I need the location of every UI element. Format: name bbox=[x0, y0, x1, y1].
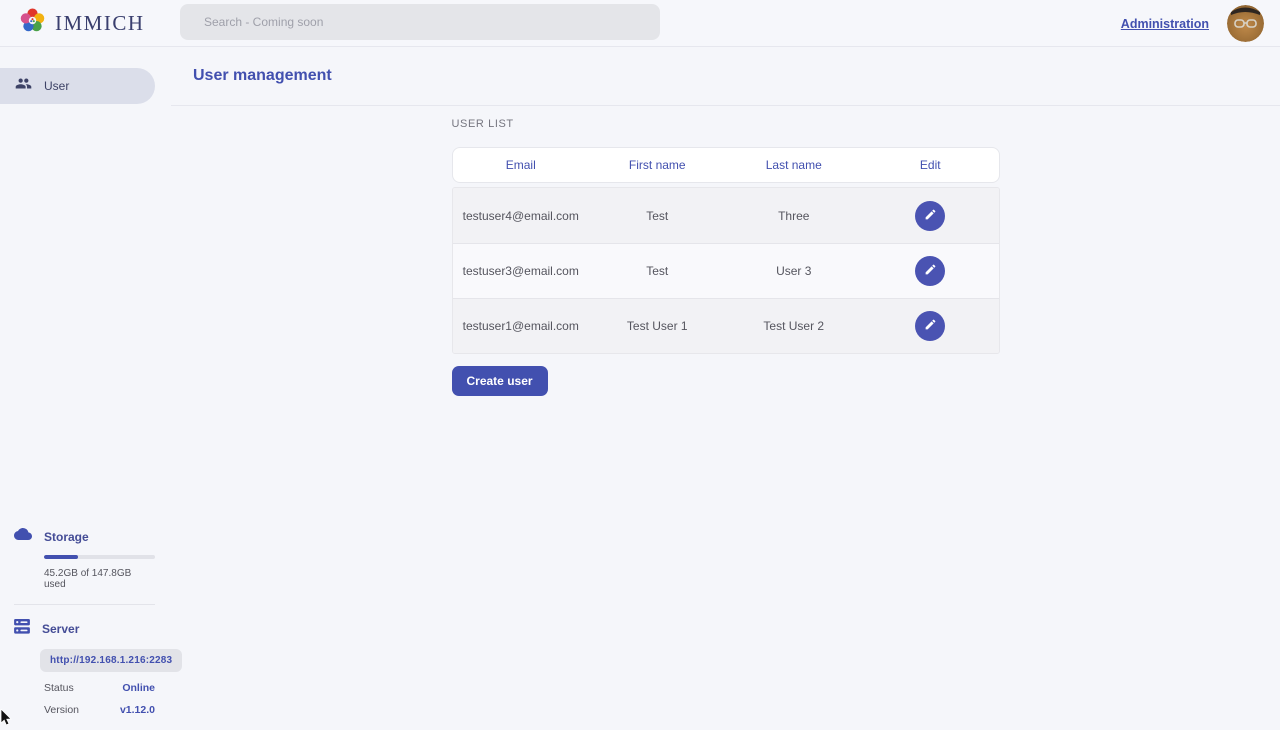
table-body: testuser4@email.com Test Three testuser3… bbox=[452, 187, 1000, 354]
cloud-icon bbox=[14, 527, 32, 546]
pencil-icon bbox=[924, 208, 937, 224]
pencil-icon bbox=[924, 318, 937, 334]
storage-usage-text: 45.2GB of 147.8GB used bbox=[44, 568, 155, 590]
server-title: Server bbox=[42, 622, 79, 636]
administration-link[interactable]: Administration bbox=[1121, 17, 1209, 31]
immich-flower-logo-icon bbox=[18, 6, 47, 40]
edit-user-button[interactable] bbox=[915, 311, 945, 341]
column-header-email: Email bbox=[453, 158, 590, 172]
cell-email: testuser3@email.com bbox=[453, 264, 590, 278]
top-bar: IMMICH Administration bbox=[0, 0, 1280, 47]
cell-first-name: Test User 1 bbox=[589, 319, 726, 333]
table-row: testuser4@email.com Test Three bbox=[453, 188, 999, 243]
create-user-button[interactable]: Create user bbox=[452, 366, 548, 396]
pencil-icon bbox=[924, 263, 937, 279]
sidebar-item-user-label: User bbox=[44, 79, 69, 93]
user-avatar[interactable] bbox=[1227, 5, 1264, 42]
table-row: testuser3@email.com Test User 3 bbox=[453, 243, 999, 298]
cell-first-name: Test bbox=[589, 209, 726, 223]
sidebar-divider bbox=[14, 604, 155, 605]
sidebar-item-user[interactable]: User bbox=[0, 68, 155, 104]
storage-progress-bar bbox=[44, 555, 155, 559]
server-version-value: v1.12.0 bbox=[120, 704, 155, 716]
search-input[interactable] bbox=[180, 4, 660, 40]
cell-last-name: Three bbox=[726, 209, 863, 223]
server-status-label: Status bbox=[44, 682, 74, 694]
brand[interactable]: IMMICH bbox=[18, 6, 168, 40]
server-icon bbox=[14, 619, 30, 639]
mouse-cursor bbox=[0, 709, 14, 730]
column-header-edit: Edit bbox=[862, 158, 999, 172]
user-table-header: Email First name Last name Edit bbox=[452, 147, 1000, 183]
storage-progress-fill bbox=[44, 555, 78, 559]
storage-title: Storage bbox=[44, 530, 89, 544]
cell-last-name: User 3 bbox=[726, 264, 863, 278]
server-version-label: Version bbox=[44, 704, 79, 716]
cell-last-name: Test User 2 bbox=[726, 319, 863, 333]
cell-email: testuser4@email.com bbox=[453, 209, 590, 223]
sidebar: User Storage 45.2GB of 147.8GB used bbox=[0, 47, 171, 730]
page-title: User management bbox=[193, 67, 332, 85]
user-list-label: USER LIST bbox=[452, 118, 1000, 130]
sidebar-footer: Storage 45.2GB of 147.8GB used Server ht… bbox=[14, 527, 155, 716]
edit-user-button[interactable] bbox=[915, 256, 945, 286]
column-header-first-name: First name bbox=[589, 158, 726, 172]
main-content: User management USER LIST Email First na… bbox=[171, 47, 1280, 730]
cell-email: testuser1@email.com bbox=[453, 319, 590, 333]
users-icon bbox=[15, 75, 32, 97]
server-url-badge: http://192.168.1.216:2283 bbox=[40, 649, 182, 672]
edit-user-button[interactable] bbox=[915, 201, 945, 231]
cell-first-name: Test bbox=[589, 264, 726, 278]
table-row: testuser1@email.com Test User 1 Test Use… bbox=[453, 298, 999, 353]
page-header: User management bbox=[171, 47, 1280, 106]
column-header-last-name: Last name bbox=[726, 158, 863, 172]
brand-name: IMMICH bbox=[55, 11, 145, 36]
server-status-value: Online bbox=[122, 682, 155, 694]
